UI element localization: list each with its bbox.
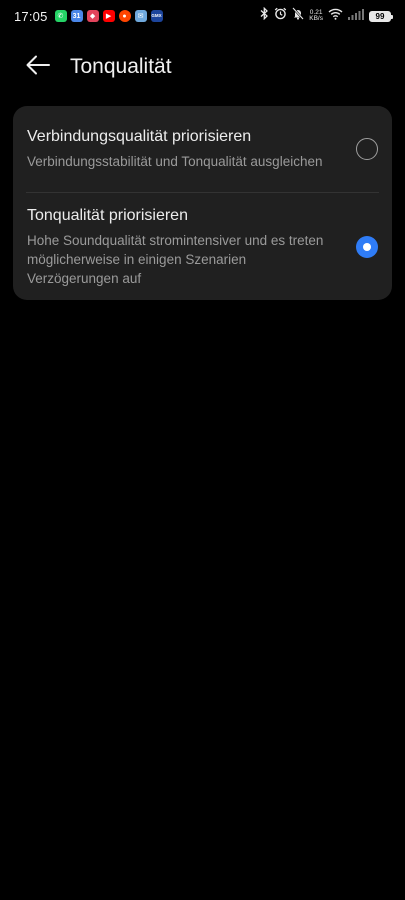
bluetooth-icon [260, 6, 269, 25]
shield-app-icon: ◆ [86, 10, 99, 22]
reddit-icon: ● [118, 10, 131, 22]
option-text: Verbindungsqualität priorisieren Verbind… [27, 127, 356, 171]
option-title: Verbindungsqualität priorisieren [27, 128, 252, 145]
status-bar-right: 0.21 KB/s 99 [260, 6, 393, 25]
header: Tonqualität [0, 44, 405, 90]
mute-bell-icon [292, 7, 305, 25]
youtube-icon: ▶ [102, 10, 115, 22]
wifi-icon [328, 7, 343, 25]
option-connection-quality[interactable]: Verbindungsqualität priorisieren Verbind… [13, 106, 392, 192]
option-text: Tonqualität priorisieren Hohe Soundquali… [27, 206, 356, 288]
option-sound-quality[interactable]: Tonqualität priorisieren Hohe Soundquali… [13, 193, 392, 301]
radio-selected-dot [363, 243, 371, 251]
option-description: Hohe Soundqualität stromintensiver und e… [27, 233, 324, 286]
network-speed: 0.21 KB/s [309, 9, 323, 23]
status-bar-left: 17:05 ✆ 31 ◆ ▶ ● ✉ GMX [14, 9, 163, 24]
arrow-left-icon [26, 55, 50, 80]
network-speed-unit: KB/s [309, 15, 323, 22]
cellular-signal-icon [348, 7, 364, 25]
quality-options-card: Verbindungsqualität priorisieren Verbind… [13, 106, 392, 300]
alarm-icon [274, 7, 287, 25]
radio-connection-quality[interactable] [356, 138, 378, 160]
calendar-icon: 31 [70, 10, 83, 22]
status-time: 17:05 [14, 8, 48, 24]
radio-sound-quality[interactable] [356, 236, 378, 258]
option-title: Tonqualität priorisieren [27, 207, 188, 224]
mail-icon: ✉ [134, 10, 147, 22]
battery-icon: 99 [369, 10, 393, 22]
gmx-icon: GMX [150, 10, 163, 22]
back-button[interactable] [14, 44, 62, 90]
page-title: Tonqualität [70, 55, 172, 78]
status-bar: 17:05 ✆ 31 ◆ ▶ ● ✉ GMX 0.21 KB/s 99 [0, 0, 405, 32]
option-description: Verbindungsstabilität und Tonqualität au… [27, 154, 323, 169]
whatsapp-icon: ✆ [54, 10, 67, 22]
screen: 17:05 ✆ 31 ◆ ▶ ● ✉ GMX 0.21 KB/s 99 Tonq… [0, 0, 405, 900]
